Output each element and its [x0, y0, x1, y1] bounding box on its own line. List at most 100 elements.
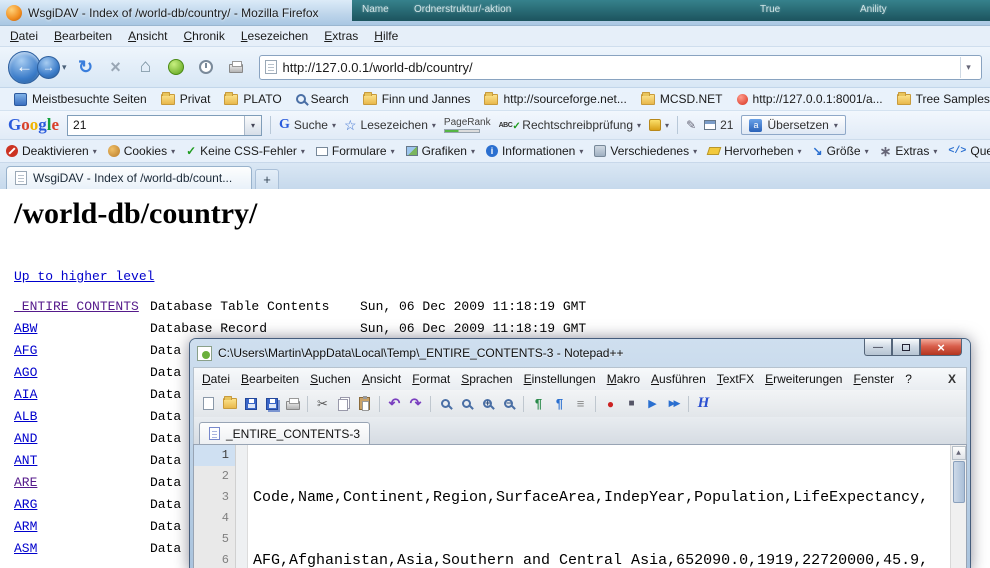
pagerank-widget[interactable]: PageRank: [444, 117, 491, 133]
dir-entry-link[interactable]: AIA: [14, 387, 150, 402]
webdev-quelltext[interactable]: </>Quellte: [948, 144, 990, 158]
home-button[interactable]: ⌂: [133, 54, 159, 80]
menu-lesezeichen[interactable]: Lesezeichen: [241, 29, 308, 43]
up-to-higher-level-link[interactable]: Up to higher level: [14, 269, 154, 284]
webdev-extras[interactable]: ∗Extras▾: [880, 143, 938, 160]
url-dropdown-icon[interactable]: ▾: [960, 57, 976, 78]
npp-menu-bearbeiten[interactable]: Bearbeiten: [241, 372, 299, 386]
npp-menu-fenster[interactable]: Fenster: [853, 372, 894, 386]
maximize-button[interactable]: [892, 339, 920, 356]
url-input[interactable]: [283, 60, 960, 75]
redo-button[interactable]: ↷: [406, 394, 425, 413]
npp-menu-textfx[interactable]: TextFX: [717, 372, 754, 386]
search-history-dropdown-icon[interactable]: ▾: [244, 116, 261, 135]
webdev-verschiedenes[interactable]: Verschiedenes▾: [594, 144, 697, 158]
print-button[interactable]: [283, 394, 302, 413]
menu-datei[interactable]: Datei: [10, 29, 38, 43]
spellcheck-button[interactable]: ABC✓Rechtschreibprüfung▾: [499, 118, 641, 132]
npp-menu-close-doc[interactable]: X: [948, 372, 958, 386]
history-clock-button[interactable]: [193, 54, 219, 80]
npp-menu-makro[interactable]: Makro: [607, 372, 640, 386]
word-wrap-button[interactable]: ¶: [529, 394, 548, 413]
menu-chronik[interactable]: Chronik: [183, 29, 224, 43]
npp-menu-ansicht[interactable]: Ansicht: [362, 372, 401, 386]
stop-button[interactable]: ×: [103, 54, 129, 80]
npp-menu-datei[interactable]: Datei: [202, 372, 230, 386]
npp-menu-format[interactable]: Format: [412, 372, 450, 386]
webdev-groesse[interactable]: ↘Größe▾: [813, 144, 869, 158]
npp-menu-help[interactable]: ?: [905, 372, 912, 386]
bookmark-sourceforge[interactable]: http://sourceforge.net...: [478, 92, 632, 106]
close-button[interactable]: ×: [920, 339, 962, 356]
popup-blocker-button[interactable]: 21: [704, 118, 733, 132]
dir-entry-link[interactable]: ANT: [14, 453, 150, 468]
bookmark-most-visited[interactable]: Meistbesuchte Seiten: [8, 92, 153, 106]
url-bar[interactable]: ▾: [259, 55, 982, 80]
dir-entry-link[interactable]: ARG: [14, 497, 150, 512]
autofill-button[interactable]: ▾: [649, 119, 669, 131]
bookmark-mcsd[interactable]: MCSD.NET: [635, 92, 729, 106]
npp-menu-suchen[interactable]: Suchen: [310, 372, 351, 386]
history-dropdown-icon[interactable]: ▾: [62, 62, 67, 73]
dir-entry-link[interactable]: _ENTIRE_CONTENTS: [14, 299, 150, 314]
dir-entry-link[interactable]: AGO: [14, 365, 150, 380]
print-button[interactable]: [223, 54, 249, 80]
bookmark-privat[interactable]: Privat: [155, 92, 217, 106]
npp-titlebar[interactable]: C:\Users\Martin\AppData\Local\Temp\_ENTI…: [190, 339, 970, 367]
dir-entry-link[interactable]: ARM: [14, 519, 150, 534]
record-macro-button[interactable]: ●: [601, 394, 620, 413]
google-search-input[interactable]: [73, 118, 244, 132]
dir-entry-link[interactable]: ALB: [14, 409, 150, 424]
firefox-titlebar[interactable]: WsgiDAV - Index of /world-db/country/ - …: [0, 0, 990, 26]
zoom-in-button[interactable]: +: [478, 394, 497, 413]
play-macro-button[interactable]: ▶: [643, 394, 662, 413]
undo-button[interactable]: ↶: [385, 394, 404, 413]
npp-menu-erweiterungen[interactable]: Erweiterungen: [765, 372, 842, 386]
npp-document-tab[interactable]: _ENTIRE_CONTENTS-3: [199, 422, 370, 444]
tab-wsgidav[interactable]: WsgiDAV - Index of /world-db/count...: [6, 166, 252, 189]
save-all-button[interactable]: [262, 394, 281, 413]
zoom-out-button[interactable]: −: [499, 394, 518, 413]
menu-ansicht[interactable]: Ansicht: [128, 29, 167, 43]
minimize-button[interactable]: —: [864, 339, 892, 356]
indent-guide-button[interactable]: ≡: [571, 394, 590, 413]
paste-button[interactable]: [355, 394, 374, 413]
webdev-deaktivieren[interactable]: Deaktivieren▾: [6, 144, 97, 158]
text-area[interactable]: Code,Name,Continent,Region,SurfaceArea,I…: [248, 445, 950, 568]
find-button[interactable]: [436, 394, 455, 413]
dir-entry-link[interactable]: ASM: [14, 541, 150, 556]
bookmark-search[interactable]: Search: [290, 92, 355, 106]
webdev-formulare[interactable]: Formulare▾: [316, 144, 395, 158]
dir-entry-link[interactable]: AND: [14, 431, 150, 446]
highlighter-button[interactable]: ✎: [686, 118, 696, 132]
greasemonkey-button[interactable]: [163, 54, 189, 80]
menu-hilfe[interactable]: Hilfe: [374, 29, 398, 43]
bookmark-localhost-8001[interactable]: http://127.0.0.1:8001/a...: [731, 92, 889, 106]
webdev-cookies[interactable]: Cookies▾: [108, 144, 175, 158]
dir-entry-link[interactable]: ABW: [14, 321, 150, 336]
open-file-button[interactable]: [220, 394, 239, 413]
bookmark-finn-und-jannes[interactable]: Finn und Jannes: [357, 92, 477, 106]
menu-bearbeiten[interactable]: Bearbeiten: [54, 29, 112, 43]
webdev-css-errors[interactable]: ✓Keine CSS-Fehler▾: [186, 144, 305, 158]
show-all-characters-button[interactable]: ¶: [550, 394, 569, 413]
vertical-scrollbar[interactable]: ▲: [950, 445, 966, 568]
npp-menu-ausfuehren[interactable]: Ausführen: [651, 372, 706, 386]
bookmark-plato[interactable]: PLATO: [218, 92, 287, 106]
webdev-informationen[interactable]: iInformationen▾: [486, 144, 583, 158]
scrollbar-thumb[interactable]: [953, 461, 965, 503]
forward-button[interactable]: →: [37, 56, 60, 79]
webdev-grafiken[interactable]: Grafiken▾: [406, 144, 475, 158]
stop-macro-button[interactable]: ■: [622, 394, 641, 413]
new-file-button[interactable]: [199, 394, 218, 413]
dir-entry-link[interactable]: ARE: [14, 475, 150, 490]
bookmark-tree-samples[interactable]: Tree Samples: [891, 92, 990, 106]
npp-menu-einstellungen[interactable]: Einstellungen: [524, 372, 596, 386]
copy-button[interactable]: [334, 394, 353, 413]
npp-menu-sprachen[interactable]: Sprachen: [461, 372, 512, 386]
reload-button[interactable]: ↻: [73, 54, 99, 80]
dir-entry-link[interactable]: AFG: [14, 343, 150, 358]
function-completion-button[interactable]: H: [694, 394, 713, 413]
google-search-button[interactable]: GSuche▾: [279, 117, 336, 133]
menu-extras[interactable]: Extras: [324, 29, 358, 43]
